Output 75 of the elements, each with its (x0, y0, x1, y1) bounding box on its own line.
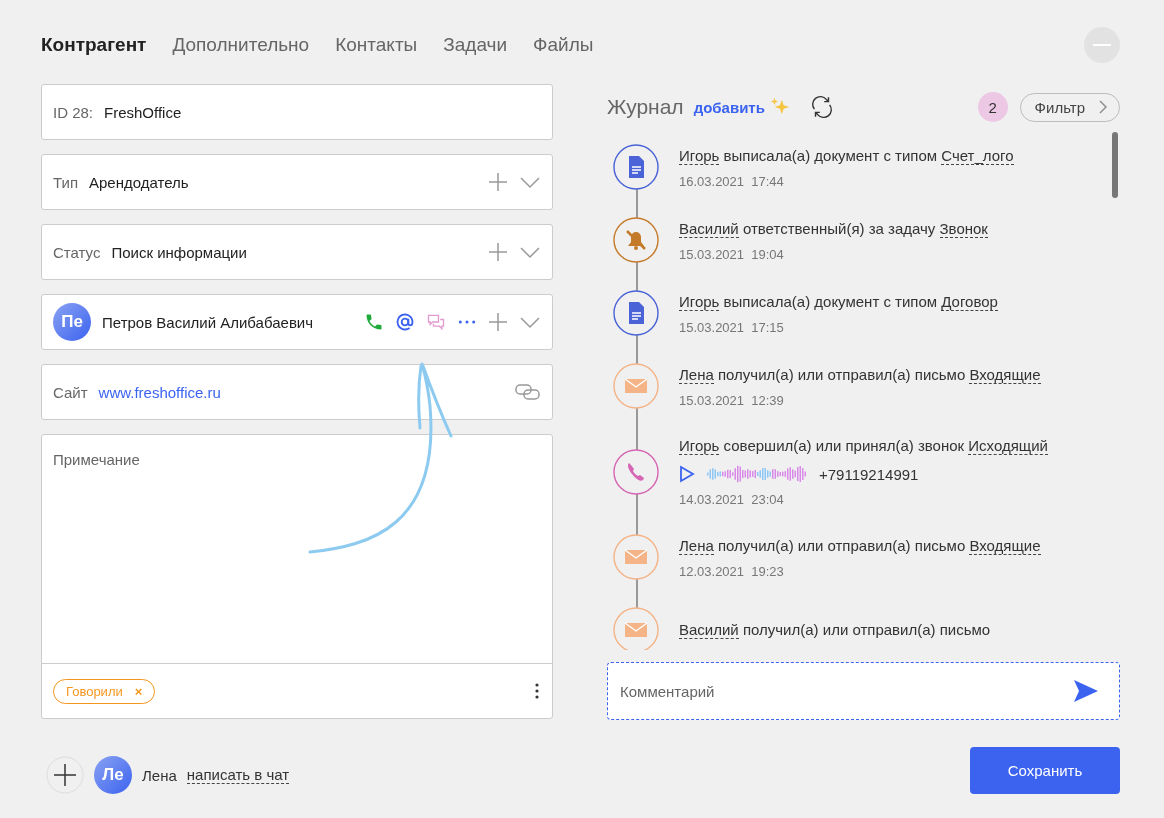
note-field[interactable]: Примечание (42, 435, 552, 664)
journal-entry-text: Игорь выписала(а) документ с типом Счет_лого (679, 145, 1014, 166)
phone-icon[interactable] (364, 312, 384, 332)
journal-entry-text: Игорь выписала(а) документ с типом Договор (679, 291, 998, 312)
journal-entry-text: Лена получил(а) или отправил(а) письмо Входящие (679, 535, 1041, 556)
entry-datetime: 12.03.2021 19:23 (679, 563, 785, 579)
field-label: Сайт (53, 383, 88, 401)
form-field[interactable]: Сайт www.freshoffice.ru (41, 364, 553, 420)
field-value: Арендодатель (89, 173, 189, 191)
kebab-menu-icon[interactable] (534, 682, 540, 700)
tab[interactable]: Задачи (443, 34, 508, 56)
tab[interactable]: Дополнительно (172, 34, 310, 56)
play-icon[interactable] (679, 465, 695, 483)
contact-name: Петров Василий Алибабаевич (102, 313, 314, 331)
author-link[interactable]: Василий (679, 621, 739, 639)
chevron-down-icon[interactable] (519, 175, 541, 189)
journal-title: Журнал (607, 95, 684, 119)
tab[interactable]: Файлы (533, 34, 594, 56)
form-field[interactable]: Тип Арендодатель (41, 154, 553, 210)
author-link[interactable]: Игорь (679, 437, 720, 455)
entry-datetime: 16.03.2021 17:44 (679, 173, 785, 189)
plus-icon[interactable] (488, 172, 508, 192)
avatar: Пе (53, 303, 91, 341)
chat-icon[interactable] (426, 312, 446, 332)
author-link[interactable]: Игорь (679, 146, 720, 165)
entry-datetime: 15.03.2021 19:04 (679, 246, 785, 262)
form-field[interactable]: Пе Петров Василий Алибабаевич (41, 294, 553, 350)
avatar: Ле (94, 756, 132, 794)
chevron-down-icon[interactable] (519, 315, 541, 329)
phone-number: +79119214991 (819, 465, 919, 483)
field-value: FreshOffice (104, 103, 182, 121)
save-button[interactable]: Сохранить (970, 747, 1120, 794)
chat-link[interactable]: написать в чат (186, 766, 290, 784)
author-link[interactable]: Игорь (679, 292, 720, 311)
note-placeholder: Примечание (53, 451, 140, 468)
scrollbar[interactable] (1112, 132, 1118, 198)
journal-entry-text: Василий ответственный(я) за задачу Звонок (679, 218, 988, 239)
link-icon[interactable] (515, 382, 541, 402)
object-link[interactable]: Входящие (969, 536, 1041, 555)
field-label: Статус (53, 243, 101, 261)
author-link[interactable]: Лена (679, 536, 714, 555)
add-link[interactable]: добавить (693, 98, 765, 116)
entry-datetime: 14.03.2021 23:04 (679, 492, 785, 507)
tab[interactable]: Контакты (335, 34, 418, 56)
user-name: Лена (142, 766, 177, 784)
comment-field[interactable]: Комментарий (607, 662, 1120, 720)
tab[interactable]: Контрагент (41, 34, 147, 56)
field-label: ID 28: (53, 103, 94, 121)
plus-icon[interactable] (488, 312, 508, 332)
chevron-right-icon (1099, 100, 1107, 114)
entry-datetime: 15.03.2021 12:39 (679, 392, 785, 408)
journal-entry-text: Лена получил(а) или отправил(а) письмо Входящие (679, 364, 1041, 385)
comment-placeholder: Комментарий (620, 682, 715, 700)
form-field[interactable]: Статус Поиск информации (41, 224, 553, 280)
count-badge: 2 (977, 92, 1008, 122)
object-link[interactable]: Счет_лого (941, 146, 1014, 165)
send-icon[interactable] (1073, 679, 1099, 703)
chevron-down-icon[interactable] (519, 245, 541, 259)
plus-icon[interactable] (488, 242, 508, 262)
field-label: Тип (53, 173, 78, 191)
website-link[interactable]: www.freshoffice.ru (98, 383, 221, 401)
journal-entry-text: Игорь совершил(а) или принял(а) звонок Исходящий (679, 436, 1048, 456)
object-link[interactable]: Входящие (969, 365, 1041, 384)
author-link[interactable]: Лена (679, 365, 714, 384)
object-link[interactable]: Звонок (939, 219, 988, 238)
object-link[interactable]: Договор (941, 292, 998, 311)
field-value: Поиск информации (111, 243, 247, 261)
form-field[interactable]: ID 28: FreshOffice (41, 84, 553, 140)
journal-entry-text: Василий получил(а) или отправил(а) письмо (679, 620, 991, 640)
object-link[interactable]: Исходящий (968, 437, 1048, 455)
tag-label: Говорили (66, 683, 123, 699)
entry-datetime: 15.03.2021 17:15 (679, 319, 785, 335)
add-icon[interactable] (46, 756, 84, 794)
author-link[interactable]: Василий (679, 219, 739, 238)
email-icon[interactable] (395, 312, 415, 332)
